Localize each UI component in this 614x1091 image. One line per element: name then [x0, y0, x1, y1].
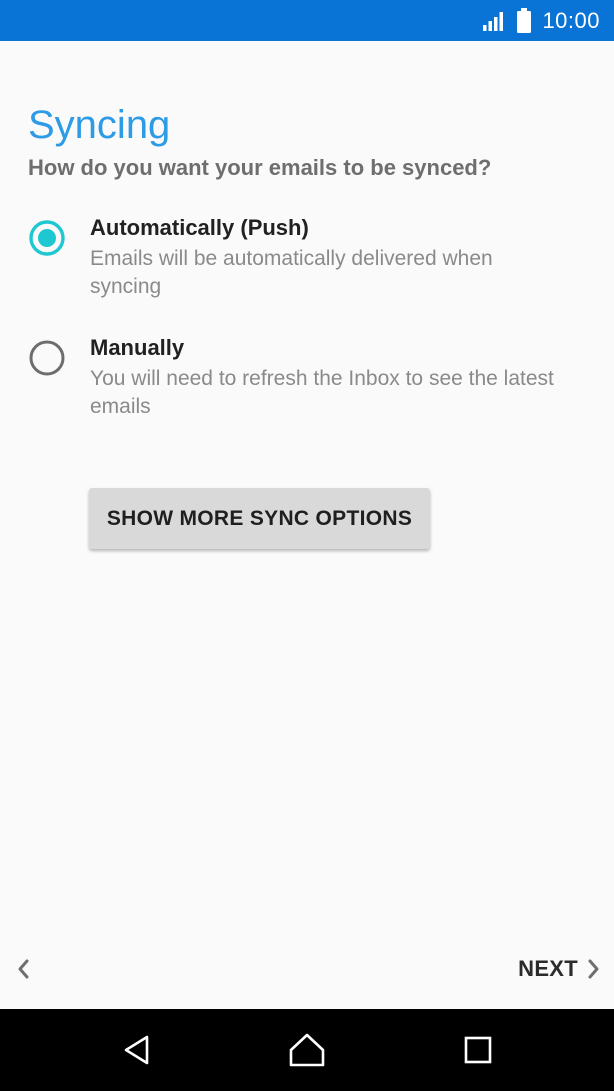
status-icons: 10:00 [482, 0, 600, 41]
page-subtitle: How do you want your emails to be synced… [28, 155, 492, 180]
chevron-left-icon [18, 959, 29, 979]
nav-back-button[interactable] [117, 1030, 157, 1070]
nav-recent-apps-icon [464, 1036, 492, 1064]
radio-unselected-icon[interactable] [28, 339, 66, 377]
next-label: NEXT [518, 956, 578, 981]
show-more-sync-options-button[interactable]: SHOW MORE SYNC OPTIONS [89, 488, 430, 549]
option-manually[interactable]: Manually You will need to refresh the In… [28, 333, 588, 421]
option-description: You will need to refresh the Inbox to se… [90, 367, 554, 418]
battery-icon [517, 7, 532, 33]
back-button[interactable] [8, 952, 38, 986]
option-title: Manually [90, 335, 185, 360]
next-button[interactable]: NEXT [518, 950, 602, 988]
option-title: Automatically (Push) [90, 215, 309, 240]
option-text: Manually You will need to refresh the In… [90, 333, 560, 421]
status-time: 10:00 [542, 7, 600, 33]
nav-back-icon [124, 1035, 149, 1065]
option-description: Emails will be automatically delivered w… [90, 247, 493, 298]
nav-home-icon [289, 1033, 325, 1067]
signal-icon [483, 11, 504, 31]
option-text: Automatically (Push) Emails will be auto… [90, 213, 560, 301]
radio-selected-icon[interactable] [28, 219, 66, 257]
nav-home-button[interactable] [287, 1030, 327, 1070]
page-title: Syncing [28, 103, 171, 147]
nav-recent-apps-button[interactable] [458, 1030, 498, 1070]
system-navigation-bar [0, 1009, 614, 1091]
chevron-right-icon [588, 959, 599, 979]
option-automatically-push[interactable]: Automatically (Push) Emails will be auto… [28, 213, 588, 301]
status-bar: 10:00 [0, 0, 614, 41]
